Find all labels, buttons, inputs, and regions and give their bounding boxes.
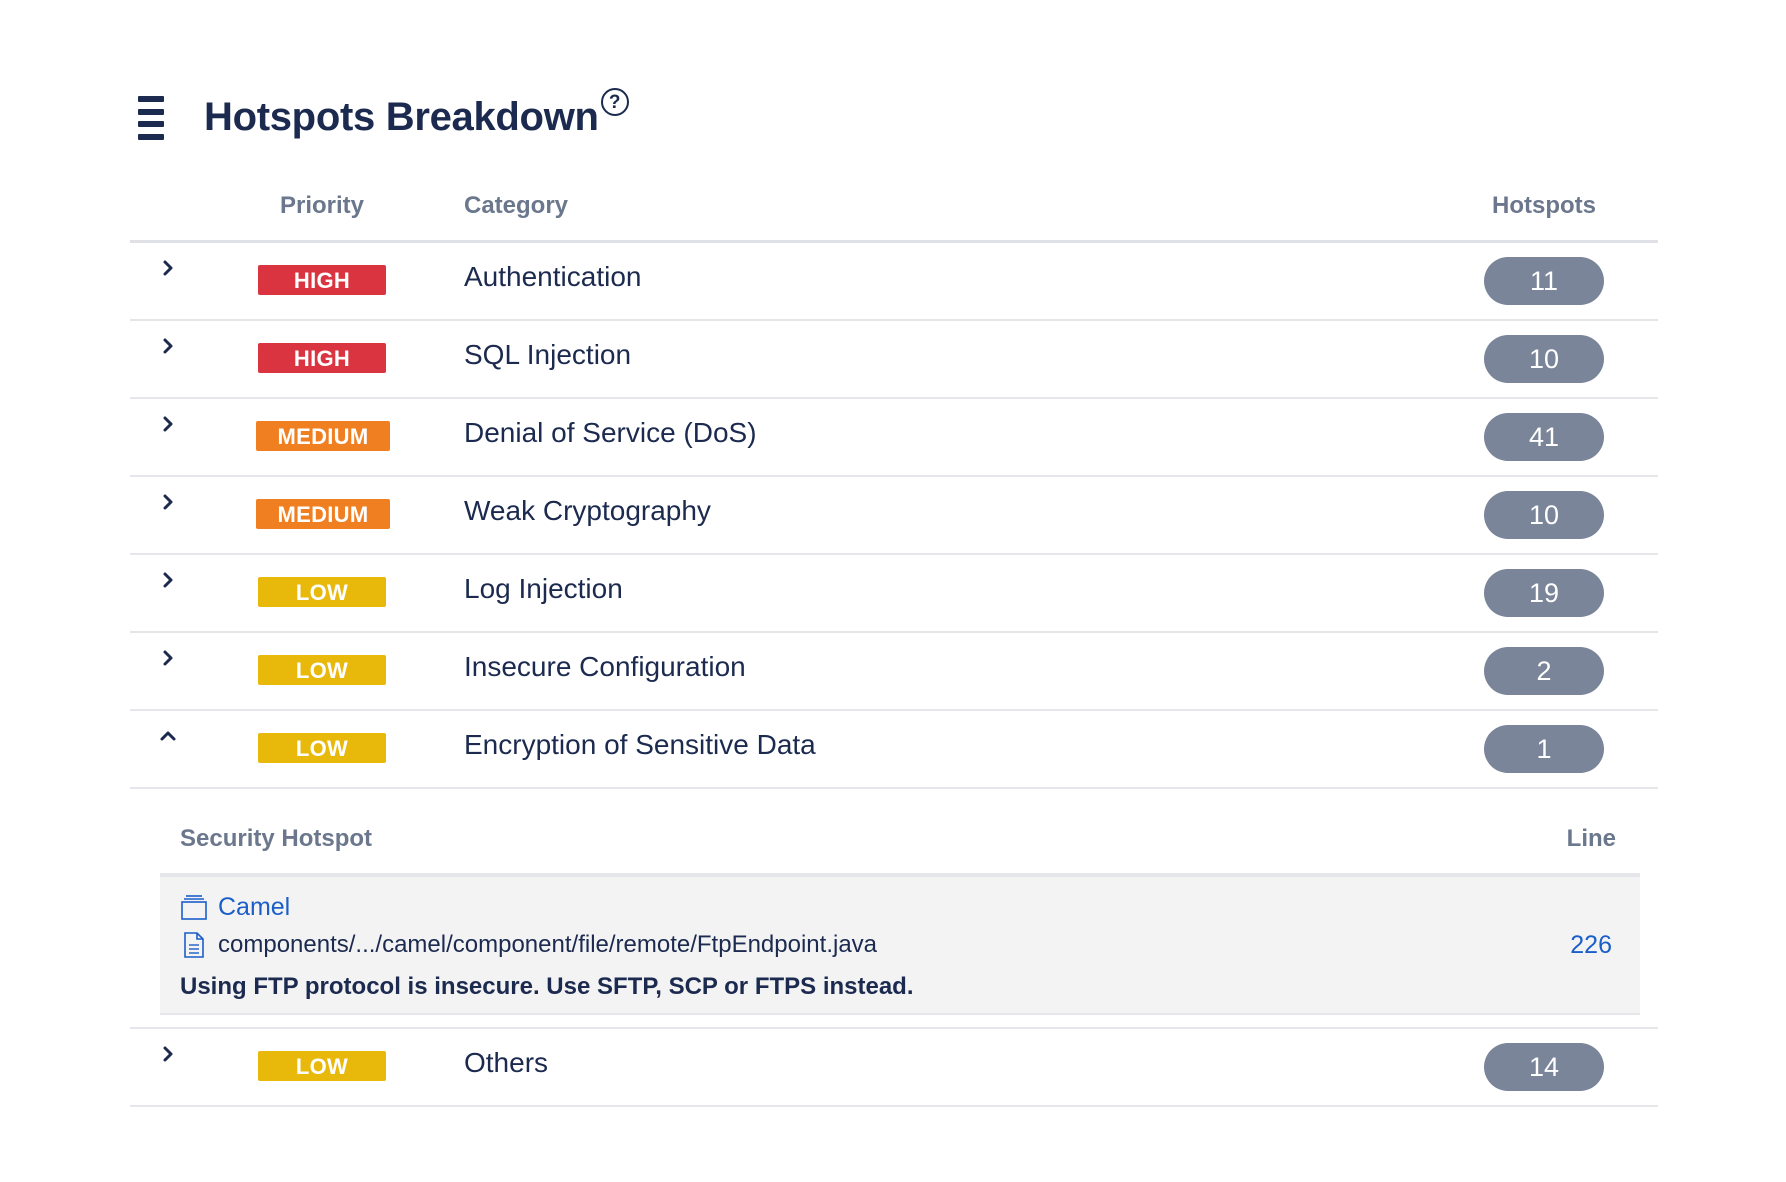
table-body: HIGH Authentication 11 HIGH SQL Injection 10 M…	[130, 243, 1658, 1107]
project-line: Camel	[180, 893, 290, 922]
category-label: SQL Injection	[464, 339, 632, 370]
hotspot-count-badge: 1	[1484, 725, 1604, 773]
column-header-security-hotspot: Security Hotspot	[180, 825, 373, 852]
priority-badge: MEDIUM	[256, 421, 390, 451]
chevron-right-icon[interactable]	[156, 491, 180, 515]
priority-badge: HIGH	[258, 343, 386, 373]
project-link[interactable]: Camel	[218, 893, 290, 922]
category-label: Log Injection	[464, 573, 623, 604]
table-row[interactable]: LOW Log Injection 19	[130, 555, 1658, 633]
chevron-right-icon[interactable]	[156, 647, 180, 671]
hotspot-detail-panel: Security Hotspot Line Camel components/.../…	[130, 789, 1658, 1029]
file-icon	[180, 931, 208, 959]
hotspot-count-badge: 2	[1484, 647, 1604, 695]
hotspot-count-badge: 11	[1484, 257, 1604, 305]
folder-icon	[180, 894, 208, 922]
priority-badge: LOW	[258, 655, 386, 685]
priority-badge: LOW	[258, 577, 386, 607]
hotspot-count-badge: 10	[1484, 491, 1604, 539]
category-label: Others	[464, 1047, 549, 1078]
panel-header: Hotspots Breakdown ?	[138, 88, 629, 142]
file-path: components/.../camel/component/file/remo…	[218, 931, 878, 958]
category-label: Authentication	[464, 261, 642, 292]
table-row[interactable]: LOW Others 14	[130, 1029, 1658, 1107]
category-label: Denial of Service (DoS)	[464, 417, 757, 448]
hotspot-count-badge: 19	[1484, 569, 1604, 617]
column-header-hotspots[interactable]: Hotspots	[1492, 192, 1596, 220]
category-label: Encryption of Sensitive Data	[464, 729, 816, 760]
hotspot-message: Using FTP protocol is insecure. Use SFTP…	[180, 973, 914, 1000]
column-header-category[interactable]: Category	[464, 192, 568, 220]
hotspot-count-badge: 41	[1484, 413, 1604, 461]
table-row[interactable]: HIGH Authentication 11	[130, 243, 1658, 321]
chevron-right-icon[interactable]	[156, 257, 180, 281]
table-row[interactable]: HIGH SQL Injection 10	[130, 321, 1658, 399]
line-number-link[interactable]: 226	[1570, 931, 1612, 960]
file-line: components/.../camel/component/file/remo…	[180, 931, 877, 959]
category-label: Insecure Configuration	[464, 651, 746, 682]
column-header-line: Line	[1566, 825, 1616, 852]
chevron-up-icon[interactable]	[156, 725, 180, 749]
column-header-priority[interactable]: Priority	[280, 192, 364, 220]
table-row[interactable]: LOW Insecure Configuration 2	[130, 633, 1658, 711]
page-title: Hotspots Breakdown	[204, 95, 599, 139]
priority-badge: HIGH	[258, 265, 386, 295]
hotspot-count-badge: 10	[1484, 335, 1604, 383]
chevron-right-icon[interactable]	[156, 413, 180, 437]
detail-header: Security Hotspot Line	[160, 789, 1640, 877]
chevron-right-icon[interactable]	[156, 569, 180, 593]
chevron-right-icon[interactable]	[156, 1043, 180, 1067]
priority-badge: MEDIUM	[256, 499, 390, 529]
hotspots-table: Priority Category Hotspots HIGH Authentic…	[130, 178, 1658, 1107]
priority-badge: LOW	[258, 1051, 386, 1081]
table-header: Priority Category Hotspots	[130, 178, 1658, 243]
help-icon[interactable]: ?	[600, 88, 629, 116]
category-label: Weak Cryptography	[464, 495, 711, 526]
table-row[interactable]: MEDIUM Denial of Service (DoS) 41	[130, 399, 1658, 477]
menu-icon[interactable]	[138, 96, 164, 140]
chevron-right-icon[interactable]	[156, 335, 180, 359]
hotspot-item[interactable]: Camel components/.../camel/component/file…	[160, 877, 1640, 1015]
table-row[interactable]: MEDIUM Weak Cryptography 10	[130, 477, 1658, 555]
hotspot-count-badge: 14	[1484, 1043, 1604, 1091]
priority-badge: LOW	[258, 733, 386, 763]
table-row[interactable]: LOW Encryption of Sensitive Data 1	[130, 711, 1658, 789]
